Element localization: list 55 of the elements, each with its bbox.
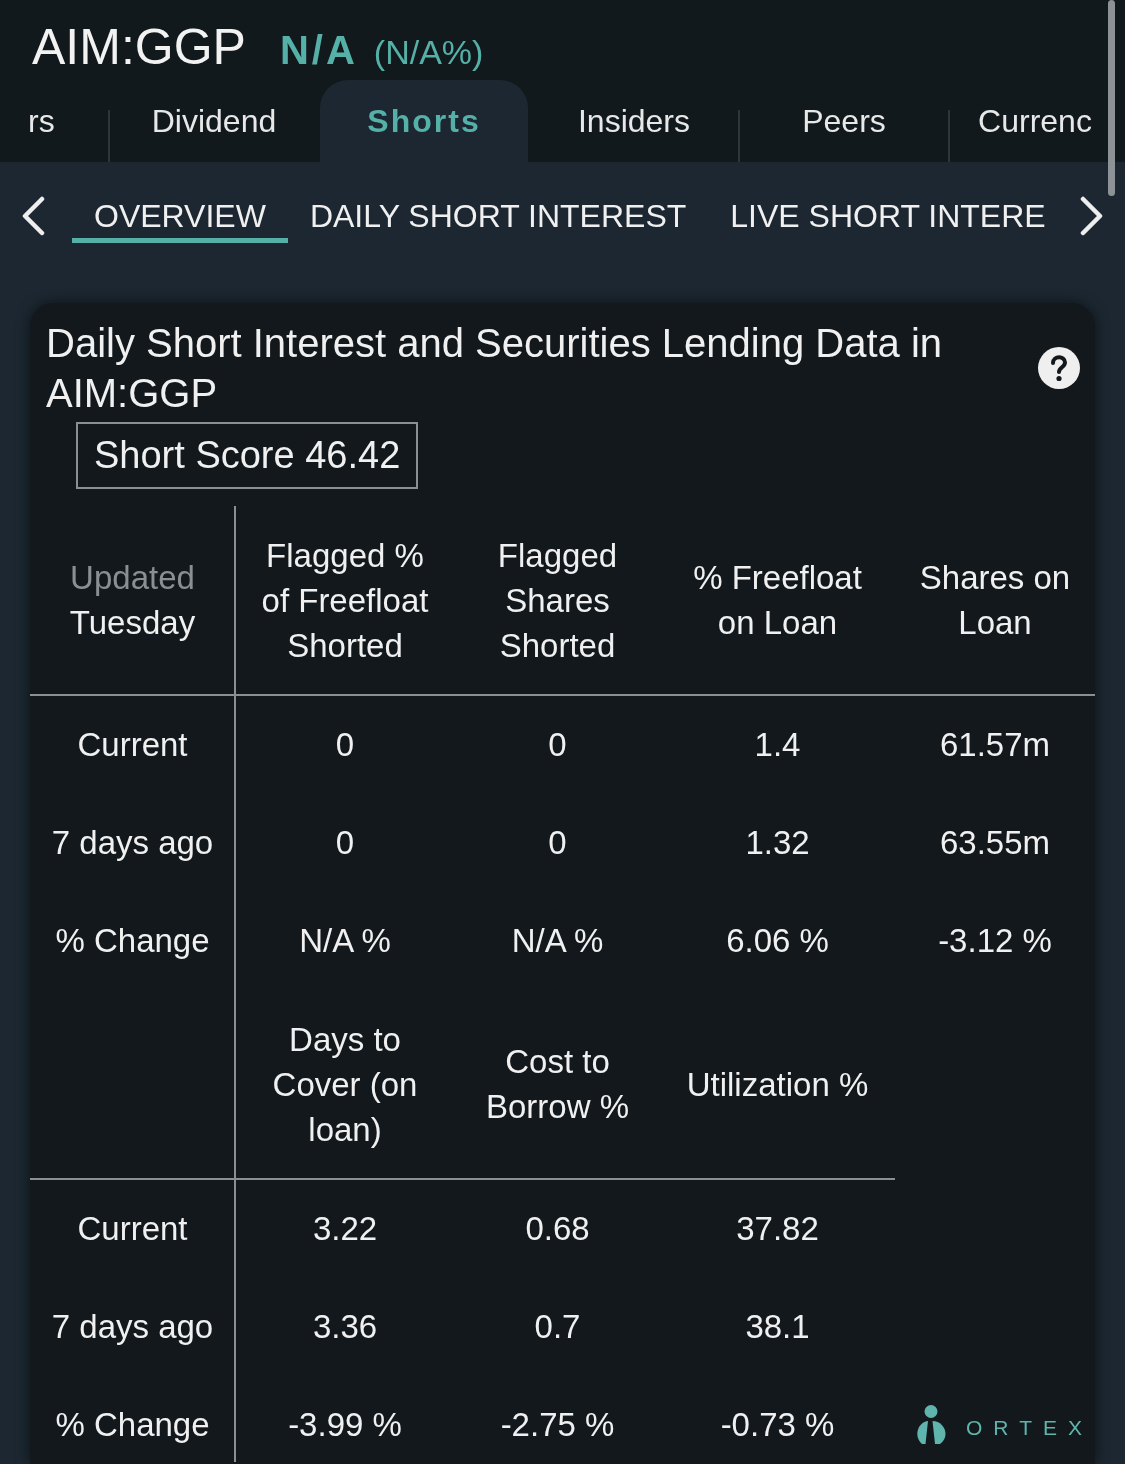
subtab[interactable]: OVERVIEW — [72, 196, 288, 243]
column-header: Cost to Borrow % — [484, 1042, 630, 1127]
table-cell-text: 0 — [548, 823, 567, 863]
subtab[interactable]: DAILY SHORT INTEREST — [287, 196, 709, 243]
table-cell-text: -2.75 % — [500, 1405, 615, 1445]
chevron-left-icon[interactable] — [20, 196, 46, 236]
subtab[interactable]: LIVE SHORT INTERE — [708, 196, 1068, 243]
table-cell-text: -3.12 % — [938, 921, 1052, 961]
tab[interactable]: Shorts — [320, 80, 528, 162]
column-header: % Freefloat on Loan — [692, 558, 863, 643]
price-change: (N/A%) — [373, 35, 484, 69]
updated-label: Updated — [70, 558, 195, 598]
tab[interactable]: rs — [0, 80, 108, 162]
short-score: Short Score 46.42 — [76, 422, 419, 489]
tab[interactable]: Dividend — [110, 80, 318, 162]
table-cell-text: 37.82 — [736, 1209, 819, 1249]
table-cell-text: -3.99 % — [288, 1405, 402, 1445]
ticker-symbol: AIM:GGP — [32, 22, 246, 72]
tab[interactable]: Insiders — [530, 80, 738, 162]
table-cell-text: 1.4 — [754, 725, 801, 765]
table-cell-text: 61.57m — [939, 725, 1051, 765]
card-title: Daily Short Interest and Securities Lending Data in AIM:GGP — [46, 320, 944, 417]
column-header: Utilization % — [686, 1064, 869, 1105]
chevron-right-icon[interactable] — [1079, 196, 1105, 236]
table-cell-text: -0.73 % — [720, 1405, 835, 1445]
table-cell-text: N/A % — [511, 921, 604, 961]
help-icon[interactable] — [1038, 347, 1080, 389]
column-header: Shares on Loan — [918, 558, 1072, 643]
scrollbar[interactable] — [1108, 0, 1115, 196]
table-cell-text: N/A % — [299, 921, 391, 961]
tab[interactable]: Currenc — [950, 80, 1120, 162]
row-label: % Change — [55, 921, 210, 961]
row-label: Current — [77, 1209, 188, 1249]
row-label: 7 days ago — [51, 1307, 214, 1347]
logo-text: ORTEX — [966, 1415, 1093, 1441]
row-label: % Change — [55, 1405, 210, 1445]
tab[interactable]: Peers — [740, 80, 948, 162]
table-cell-text: 3.22 — [312, 1209, 378, 1249]
table-cell-text: 0 — [335, 725, 355, 765]
column-header: Days to Cover (on loan) — [271, 1019, 419, 1150]
row-label: 7 days ago — [51, 823, 214, 863]
column-header: Flagged % of Freefloat Shorted — [260, 535, 430, 666]
table-cell-text: 6.06 % — [726, 921, 829, 961]
price-value: N/A — [279, 30, 358, 70]
table-cell-text: 1.32 — [745, 823, 810, 863]
column-header: Flagged Shares Shorted — [496, 535, 619, 666]
table-cell-text: 38.1 — [745, 1307, 810, 1347]
table-cell-text: 3.36 — [312, 1307, 378, 1347]
table-cell-text: 0 — [548, 725, 567, 765]
table-cell-text: 0.7 — [534, 1307, 581, 1347]
row-label: Current — [77, 725, 188, 765]
updated-day: Tuesday — [69, 600, 196, 645]
table-cell-text: 63.55m — [939, 823, 1051, 863]
table-cell-text: 0 — [335, 823, 355, 863]
table-cell-text: 0.68 — [525, 1209, 590, 1249]
